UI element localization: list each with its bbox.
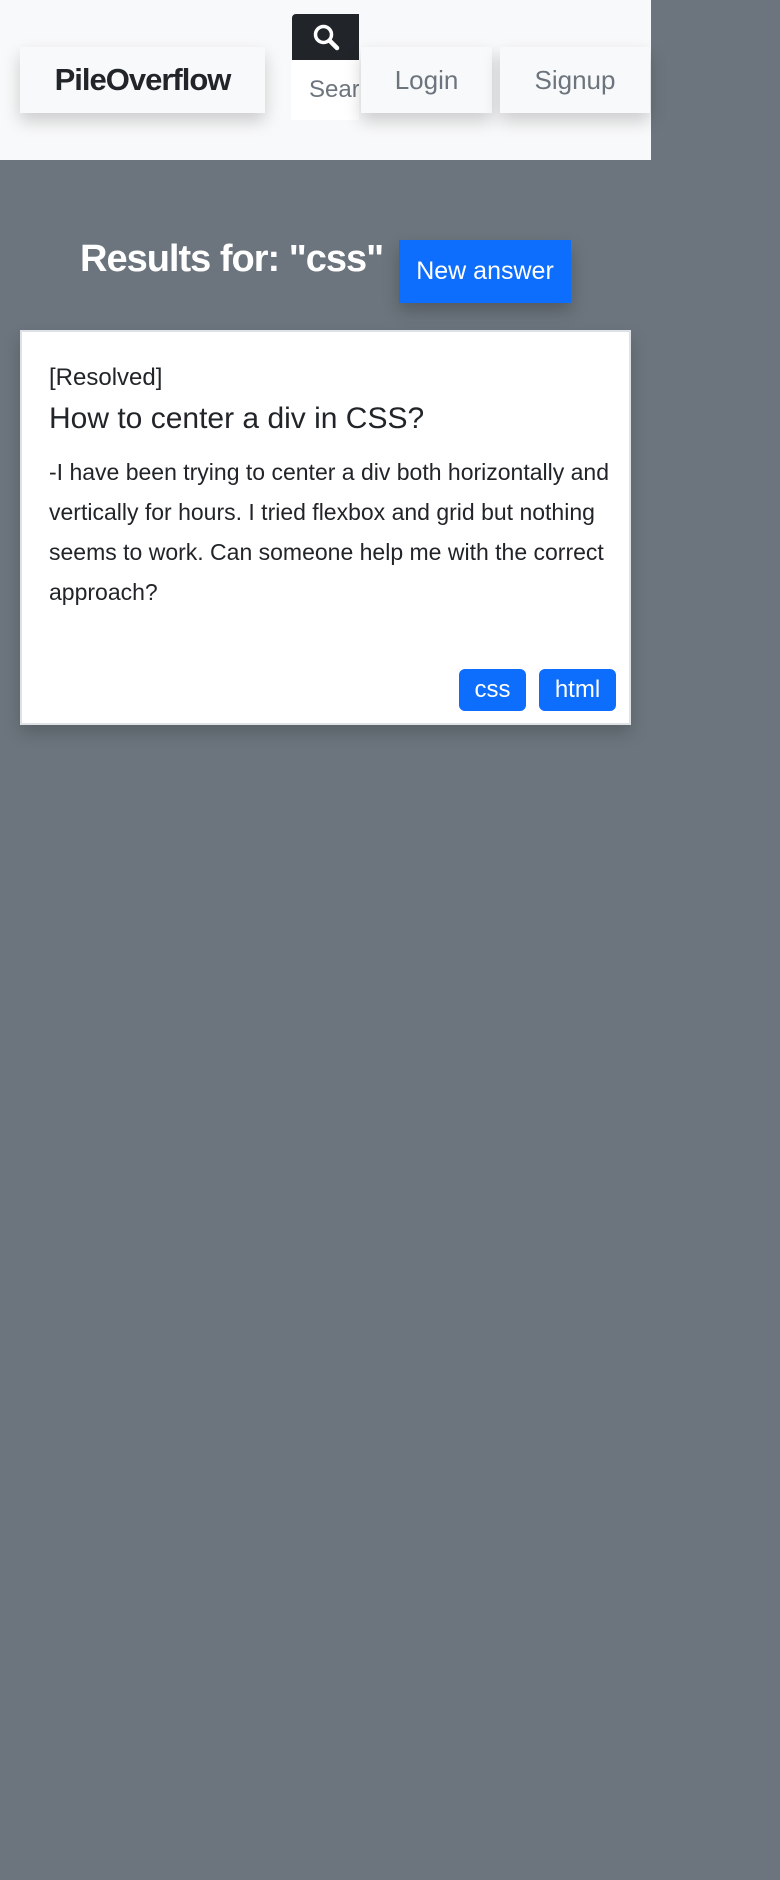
new-answer-button[interactable]: New answer	[399, 240, 571, 303]
signup-link[interactable]: Signup	[500, 47, 650, 113]
question-body: -I have been trying to center a div both…	[49, 459, 610, 605]
tag-css[interactable]: css	[459, 669, 526, 711]
question-title[interactable]: How to center a div in CSS?	[49, 402, 424, 436]
question-card[interactable]: [Resolved] How to center a div in CSS? -…	[20, 330, 631, 725]
search-button[interactable]	[292, 14, 359, 60]
status-label: [Resolved]	[49, 364, 163, 391]
login-link[interactable]: Login	[361, 47, 492, 113]
navbar: PileOverflow Login Signup	[0, 0, 651, 160]
brand-logo[interactable]: PileOverflow	[20, 47, 265, 113]
tag-html[interactable]: html	[539, 669, 616, 711]
results-heading: Results for: "css"	[80, 238, 384, 280]
search-input[interactable]	[291, 60, 359, 120]
search-icon	[313, 24, 339, 51]
